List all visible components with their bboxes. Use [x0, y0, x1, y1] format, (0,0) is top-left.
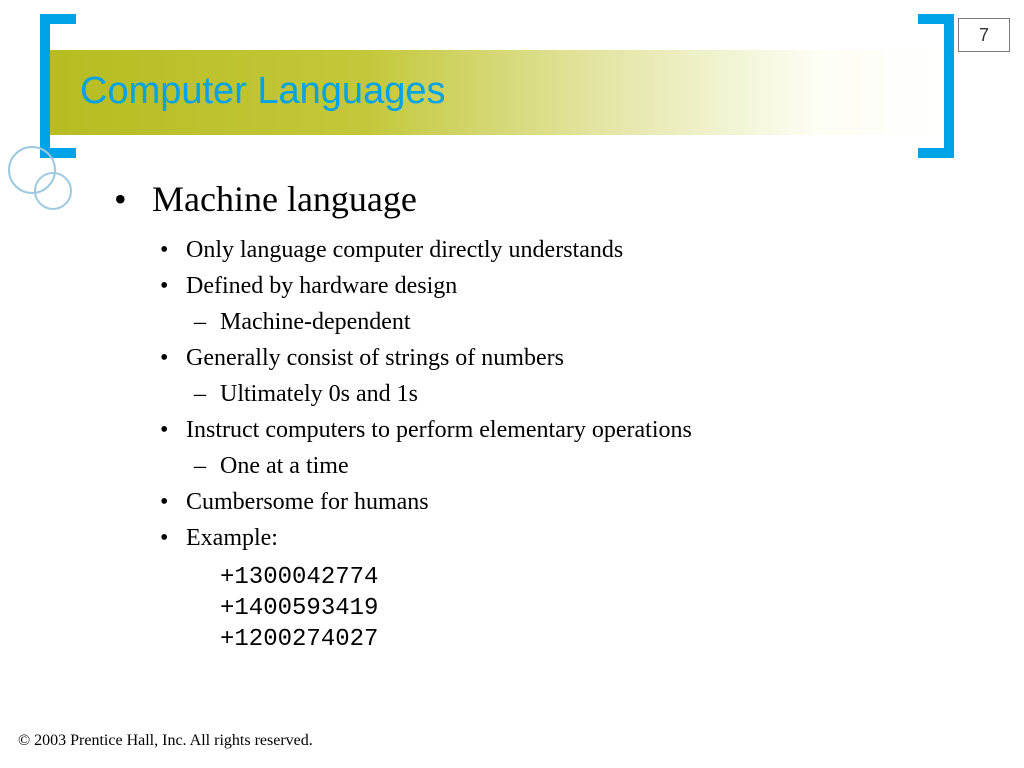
- bullet-text: One at a time: [220, 453, 349, 479]
- bullet-text: Defined by hardware design: [186, 273, 457, 299]
- list-item: Cumbersome for humans: [152, 484, 974, 520]
- list-item: Ultimately 0s and 1s: [186, 376, 974, 412]
- bullet-text: Only language computer directly understa…: [186, 237, 623, 263]
- list-item: Machine-dependent: [186, 304, 974, 340]
- list-item: Defined by hardware design Machine-depen…: [152, 268, 974, 340]
- page-number-box: 7: [958, 18, 1010, 52]
- circle-icon: [34, 172, 72, 210]
- content-area: Machine language Only language computer …: [100, 178, 974, 666]
- slide: 7 Computer Languages Machine language On…: [0, 0, 1024, 768]
- bracket-right-icon: [944, 14, 954, 158]
- list-item: Only language computer directly understa…: [152, 232, 974, 268]
- bullet-text: Cumbersome for humans: [186, 489, 429, 515]
- bullet-text: Example:: [186, 525, 278, 551]
- bullet-text: Generally consist of strings of numbers: [186, 345, 564, 371]
- list-item: Generally consist of strings of numbers …: [152, 340, 974, 412]
- page-number: 7: [979, 25, 989, 46]
- code-example: +1300042774 +1400593419 +1200274027: [220, 562, 974, 656]
- bullet-text: Machine-dependent: [220, 309, 411, 335]
- slide-title: Computer Languages: [80, 70, 445, 113]
- list-item: Example: +1300042774 +1400593419 +120027…: [152, 520, 974, 656]
- heading-item: Machine language Only language computer …: [100, 178, 974, 656]
- bullet-text: Instruct computers to perform elementary…: [186, 417, 692, 443]
- list-item: One at a time: [186, 448, 974, 484]
- list-item: Instruct computers to perform elementary…: [152, 412, 974, 484]
- copyright-footer: © 2003 Prentice Hall, Inc. All rights re…: [18, 732, 313, 750]
- heading-text: Machine language: [152, 179, 417, 219]
- bullet-text: Ultimately 0s and 1s: [220, 381, 418, 407]
- bracket-left-icon: [40, 14, 50, 158]
